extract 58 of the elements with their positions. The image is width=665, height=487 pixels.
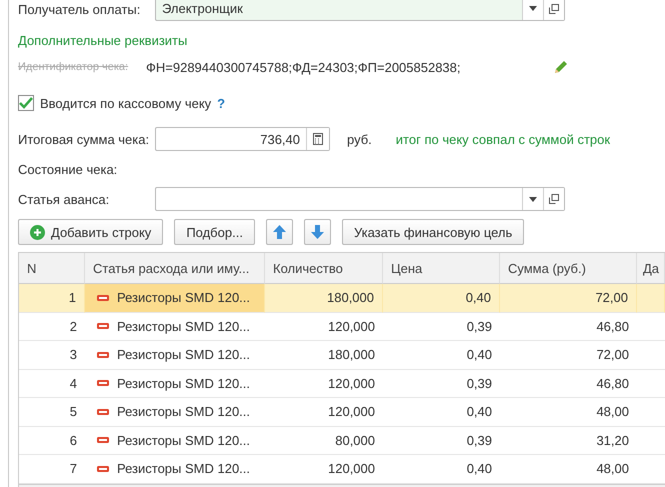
field-label: Получатель оплаты:	[18, 2, 142, 16]
minus-icon	[97, 380, 109, 386]
caret-icon	[529, 196, 537, 202]
column-header[interactable]: Цена	[383, 253, 500, 284]
checkbox[interactable]	[18, 95, 34, 111]
table-row[interactable]: 6 Резисторы SMD 120... 80,000 0,39 31,20	[19, 426, 665, 455]
open-button[interactable]	[543, 0, 564, 20]
additional-details-link[interactable]: Дополнительные реквизиты	[18, 32, 188, 48]
checkbox-label: Вводится по кассовому чеку	[40, 96, 212, 110]
field-value: Электронщик	[161, 0, 244, 18]
up-arrow-icon	[272, 225, 286, 239]
table-cell: 1	[19, 284, 85, 312]
open-window-icon	[549, 194, 559, 204]
calculator-icon	[313, 133, 323, 145]
down-arrow-icon	[310, 225, 324, 239]
minus-icon	[97, 294, 109, 301]
calculator-button[interactable]	[306, 128, 329, 150]
minus-icon	[97, 466, 109, 472]
minus-icon	[97, 408, 109, 415]
currency-label: руб.	[347, 132, 372, 146]
table-cell: 72,00	[500, 284, 637, 312]
caret-icon	[529, 6, 537, 11]
column-header[interactable]: Статья расхода или иму...	[85, 253, 265, 284]
help-link[interactable]: ?	[217, 96, 226, 110]
receipt-id-value: ФН=9289440300745788;ФД=24303;ФП=2005852838;	[146, 60, 462, 74]
column-header[interactable]: N	[19, 253, 85, 284]
open-button[interactable]	[543, 188, 564, 210]
plus-icon	[30, 224, 45, 240]
field-label: Итоговая сумма чека:	[18, 132, 150, 146]
table-row[interactable]: 4 Резисторы SMD 120... 120,000 0,39 46,80	[19, 370, 665, 398]
table-row[interactable]: 2 Резисторы SMD 120... 120,000 0,39 46,80	[19, 312, 665, 341]
field-label: Статья аванса:	[18, 192, 110, 206]
column-header[interactable]: Сумма (руб.)	[500, 253, 637, 284]
field-label: Состояние чека:	[18, 162, 118, 176]
advance-item-field[interactable]	[155, 187, 565, 211]
table-cell: 0,40	[383, 284, 500, 312]
field-value: 736,40	[259, 130, 301, 148]
pencil-icon[interactable]	[554, 60, 568, 74]
column-header[interactable]: Да	[637, 253, 665, 284]
minus-icon	[97, 352, 109, 358]
table-cell: Резисторы SMD 120...	[85, 284, 265, 312]
field-label: Идентификатор чека:	[18, 61, 130, 73]
status-message: итог по чеку совпал с суммой строк	[396, 132, 610, 146]
move-up-button[interactable]	[266, 219, 293, 245]
table-cell: 180,000	[265, 284, 383, 312]
toolbar-button[interactable]: Указать финансовую цель	[342, 219, 524, 245]
move-down-button[interactable]	[304, 219, 331, 245]
table-row[interactable]: 1 Резисторы SMD 120... 180,000 0,40 72,00	[19, 284, 665, 312]
recipient-field[interactable]: Электронщик	[155, 0, 565, 21]
minus-icon	[97, 437, 109, 444]
add-row-button[interactable]: Добавить строку	[18, 219, 164, 245]
toolbar-button[interactable]: Подбор...	[174, 219, 255, 245]
minus-icon	[97, 323, 109, 330]
open-window-icon	[549, 4, 559, 14]
column-header[interactable]: Количество	[265, 253, 383, 284]
total-field[interactable]: 736,40	[155, 127, 330, 151]
table-cell	[637, 284, 665, 312]
dropdown-button[interactable]	[522, 0, 543, 20]
